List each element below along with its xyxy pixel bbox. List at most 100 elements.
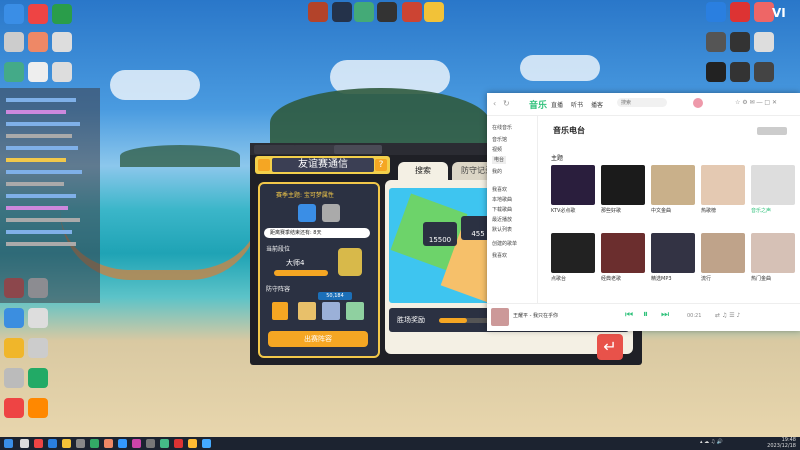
desktop-app-icon[interactable] xyxy=(28,32,48,52)
desktop-app-icon[interactable] xyxy=(52,32,72,52)
opponent-score[interactable]: 15500 xyxy=(423,222,457,246)
desktop-app-icon[interactable] xyxy=(706,62,726,82)
desktop-app-icon[interactable] xyxy=(730,32,750,52)
desktop-app-icon[interactable] xyxy=(332,2,352,22)
exit-button[interactable]: ↵ xyxy=(597,334,623,360)
clock[interactable]: 19:48 2023/12/18 xyxy=(767,437,796,449)
game-tab[interactable] xyxy=(294,145,336,154)
avatar[interactable] xyxy=(693,98,703,108)
desktop-app-icon[interactable] xyxy=(402,2,422,22)
view-toggle[interactable] xyxy=(757,127,787,135)
system-tray[interactable]: ▴ ☁ ♫ 🔊 xyxy=(700,439,750,448)
sidebar-item[interactable]: 我喜欢 xyxy=(492,186,507,194)
tab-search[interactable]: 搜索 xyxy=(398,162,448,180)
prev-icon[interactable]: ⏮ xyxy=(625,310,633,320)
album-art[interactable] xyxy=(491,308,509,326)
taskbar-app-icon[interactable] xyxy=(34,439,43,448)
station-card[interactable] xyxy=(701,165,745,205)
station-card[interactable] xyxy=(551,165,595,205)
edit-team-button[interactable] xyxy=(272,302,288,320)
refresh-icon[interactable]: ↻ xyxy=(503,99,510,108)
game-tab[interactable] xyxy=(334,145,382,154)
station-card[interactable] xyxy=(551,233,595,273)
sidebar-item[interactable]: 在线音乐 xyxy=(492,124,512,132)
taskbar-app-icon[interactable] xyxy=(48,439,57,448)
station-card[interactable] xyxy=(651,233,695,273)
sidebar-item[interactable]: 创建的歌单 xyxy=(492,240,517,248)
desktop-app-icon[interactable] xyxy=(4,62,24,82)
desktop-app-icon[interactable] xyxy=(28,308,48,328)
start-icon[interactable] xyxy=(4,439,13,448)
back-icon[interactable]: ‹ xyxy=(493,99,496,108)
desktop-app-icon[interactable] xyxy=(52,4,72,24)
desktop-app-icon[interactable] xyxy=(754,2,774,22)
station-card[interactable] xyxy=(751,233,795,273)
tab-audiobook[interactable]: 听书 xyxy=(571,100,583,109)
taskbar-app-icon[interactable] xyxy=(160,439,169,448)
desktop-app-icon[interactable] xyxy=(730,2,750,22)
desktop-app-icon[interactable] xyxy=(4,398,24,418)
taskbar-app-icon[interactable] xyxy=(202,439,211,448)
taskbar-app-icon[interactable] xyxy=(62,439,71,448)
desktop-app-icon[interactable] xyxy=(706,2,726,22)
pokemon-slot[interactable] xyxy=(322,302,340,320)
desktop-app-icon[interactable] xyxy=(28,368,48,388)
desktop-app-icon[interactable] xyxy=(4,368,24,388)
station-card[interactable] xyxy=(651,165,695,205)
desktop-app-icon[interactable] xyxy=(28,4,48,24)
sidebar-item[interactable]: 音乐馆 xyxy=(492,136,507,144)
desktop-app-icon[interactable] xyxy=(730,62,750,82)
category-tabs[interactable] xyxy=(551,139,791,147)
taskbar-app-icon[interactable] xyxy=(146,439,155,448)
desktop-app-icon[interactable] xyxy=(28,62,48,82)
desktop-app-icon[interactable] xyxy=(308,2,328,22)
game-tab[interactable] xyxy=(254,145,296,154)
desktop-app-icon[interactable] xyxy=(28,338,48,358)
next-icon[interactable]: ⏭ xyxy=(661,310,669,320)
search-input[interactable] xyxy=(617,98,667,107)
back-icon[interactable] xyxy=(258,159,270,171)
desktop-app-icon[interactable] xyxy=(4,4,24,24)
desktop-app-icon[interactable] xyxy=(4,338,24,358)
sidebar-item[interactable]: 我喜欢 xyxy=(492,252,507,260)
desktop-app-icon[interactable] xyxy=(4,32,24,52)
sidebar-item[interactable]: 默认列表 xyxy=(492,226,512,234)
pokemon-slot[interactable] xyxy=(346,302,364,320)
sidebar-item[interactable]: 下载歌曲 xyxy=(492,206,512,214)
taskbar-app-icon[interactable] xyxy=(174,439,183,448)
desktop-app-icon[interactable] xyxy=(754,32,774,52)
taskbar-app-icon[interactable] xyxy=(76,439,85,448)
pokemon-slot[interactable] xyxy=(298,302,316,320)
help-icon[interactable]: ? xyxy=(375,159,387,171)
sidebar-item[interactable]: 视频 xyxy=(492,146,502,154)
player-controls[interactable]: ⇄ ♫ ☰ ♪ xyxy=(715,312,740,319)
desktop-app-icon[interactable] xyxy=(424,2,444,22)
station-card[interactable] xyxy=(601,233,645,273)
taskbar-app-icon[interactable] xyxy=(188,439,197,448)
desktop-app-icon[interactable] xyxy=(52,62,72,82)
desktop-app-icon[interactable] xyxy=(28,398,48,418)
pause-icon[interactable]: ⏸ xyxy=(643,309,648,320)
station-card[interactable] xyxy=(751,165,795,205)
taskbar-app-icon[interactable] xyxy=(132,439,141,448)
sidebar-item[interactable]: 我的 xyxy=(492,168,502,176)
station-card[interactable] xyxy=(601,165,645,205)
tab-live[interactable]: 直播 xyxy=(551,100,563,109)
sidebar-item-active[interactable]: 电台 xyxy=(492,156,507,164)
tab-music[interactable]: 音乐 xyxy=(529,98,547,111)
station-card[interactable] xyxy=(701,233,745,273)
taskbar-app-icon[interactable] xyxy=(104,439,113,448)
sidebar-item[interactable]: 最近播放 xyxy=(492,216,512,224)
desktop-app-icon[interactable] xyxy=(754,62,774,82)
desktop-app-icon[interactable] xyxy=(377,2,397,22)
desktop-app-icon[interactable] xyxy=(4,308,24,328)
taskbar-app-icon[interactable] xyxy=(90,439,99,448)
window-controls[interactable]: ☆ ⚙ ✉ ― □ ✕ xyxy=(735,99,777,106)
taskbar-app-icon[interactable] xyxy=(20,439,29,448)
sidebar-item[interactable]: 本地歌曲 xyxy=(492,196,512,204)
team-action-button[interactable]: 出赛阵容 xyxy=(268,331,368,347)
taskbar-app-icon[interactable] xyxy=(118,439,127,448)
desktop-app-icon[interactable] xyxy=(706,32,726,52)
tab-podcast[interactable]: 播客 xyxy=(591,100,603,109)
desktop-app-icon[interactable] xyxy=(354,2,374,22)
